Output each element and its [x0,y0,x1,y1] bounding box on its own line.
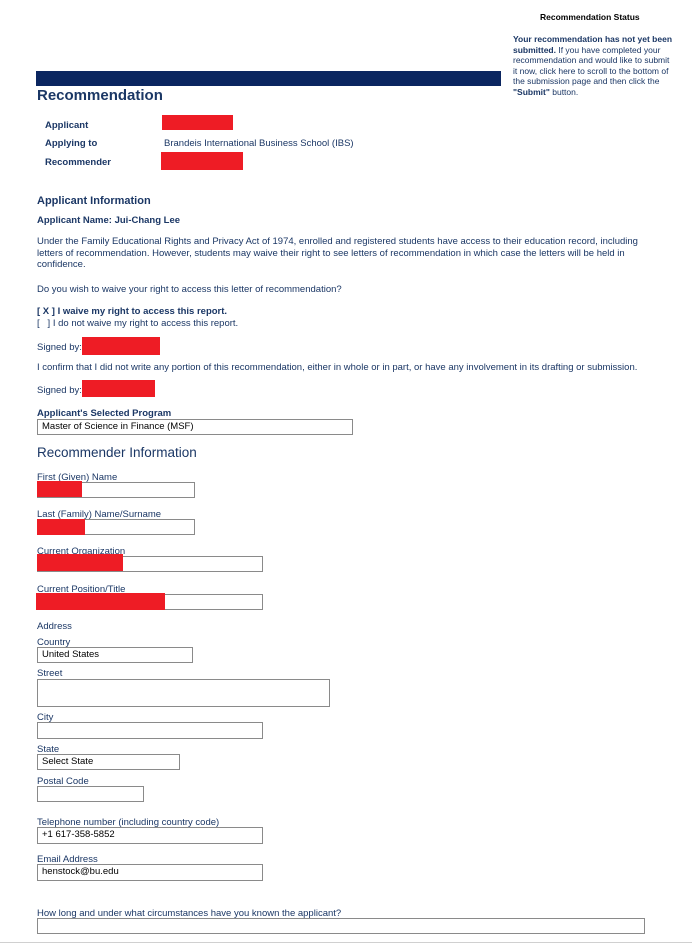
country-select[interactable]: United States [37,647,193,663]
postal-code-input[interactable] [37,786,144,802]
status-message-part-3: button. [549,86,579,97]
program-label: Applicant's Selected Program [37,408,172,419]
option-not-waive[interactable]: [ ] I do not waive my right to access th… [37,318,238,329]
signed-by-label-1: Signed by: [37,342,82,353]
page-title: Recommendation [37,87,163,104]
first-name-redaction [37,481,82,497]
signed-by-label-2: Signed by: [37,385,82,396]
option-waive[interactable]: [ X ] I waive my right to access this re… [37,306,227,317]
street-textarea[interactable] [37,679,330,707]
state-select[interactable]: Select State [37,754,180,770]
program-field[interactable]: Master of Science in Finance (MSF) [37,419,353,435]
status-message: Your recommendation has not yet been sub… [513,34,675,97]
ferpa-paragraph: Under the Family Educational Rights and … [37,236,638,270]
signature-redaction-1 [82,337,160,355]
waive-question: Do you wish to waive your right to acces… [37,284,342,295]
recommender-info-heading: Recommender Information [37,445,197,460]
recommender-label: Recommender [45,157,111,168]
city-input[interactable] [37,722,263,739]
status-title: Recommendation Status [540,12,640,22]
applicant-redaction [162,115,233,130]
applicant-name-line: Applicant Name: Jui-Chang Lee [37,215,181,226]
submit-bold: "Submit" [513,86,550,97]
organization-redaction [37,554,123,571]
position-redaction [36,593,165,610]
street-label: Street [37,668,63,679]
signature-redaction-2 [82,380,155,397]
address-label: Address [37,621,72,632]
click-here-link[interactable]: click here [539,66,575,76]
applying-to-value: Brandeis International Business School (… [164,138,354,149]
applying-to-label: Applying to [45,138,98,149]
header-bar [36,71,501,86]
bottom-divider [0,942,692,943]
recommender-redaction [161,152,243,170]
applicant-info-heading: Applicant Information [37,195,151,207]
last-name-redaction [37,519,85,535]
known-question-textarea[interactable] [37,918,645,934]
confirm-paragraph: I confirm that I did not write any porti… [37,362,638,373]
email-input[interactable]: henstock@bu.edu [37,864,263,881]
applicant-label: Applicant [45,120,89,131]
phone-input[interactable]: +1 617-358-5852 [37,827,263,844]
